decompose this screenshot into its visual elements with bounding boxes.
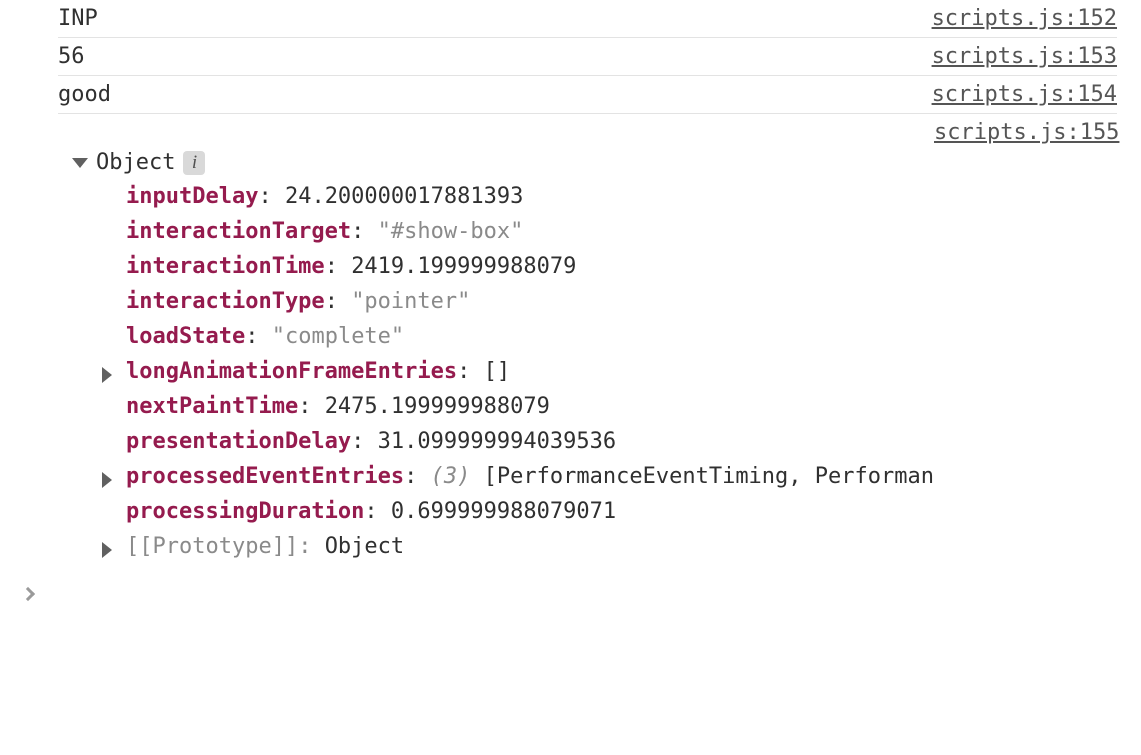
property-key: interactionType	[126, 289, 325, 314]
property-value: 0.699999988079071	[391, 499, 616, 524]
property-row-expandable[interactable]: processedEventEntries: (3) [PerformanceE…	[102, 459, 934, 494]
property-key: inputDelay	[126, 184, 258, 209]
log-entry: INP scripts.js:152	[58, 0, 1117, 38]
property-row[interactable]: processingDuration: 0.699999988079071	[102, 494, 934, 529]
property-count: (3)	[431, 464, 471, 489]
property-value: 31.099999994039536	[378, 429, 616, 454]
property-row[interactable]: interactionTarget: "#show-box"	[102, 214, 934, 249]
info-badge-icon[interactable]: i	[183, 151, 205, 175]
property-row[interactable]: interactionTime: 2419.199999988079	[102, 249, 934, 284]
property-row[interactable]: loadState: "complete"	[102, 319, 934, 354]
chevron-right-icon	[21, 587, 35, 601]
expand-triangle-icon[interactable]	[102, 542, 112, 558]
property-key: presentationDelay	[126, 429, 351, 454]
console-log-panel: INP scripts.js:152 56 scripts.js:153 goo…	[0, 0, 1141, 615]
property-value: 2475.199999988079	[325, 394, 550, 419]
property-key: interactionTarget	[126, 219, 351, 244]
log-source-column: scripts.js:155	[934, 120, 1119, 145]
log-entry: 56 scripts.js:153	[58, 37, 1117, 76]
property-row-prototype[interactable]: [[Prototype]]: Object	[102, 529, 934, 564]
property-value: []	[484, 359, 511, 384]
property-key: [[Prototype]]	[126, 534, 298, 559]
log-message: good	[58, 82, 111, 107]
property-row-expandable[interactable]: longAnimationFrameEntries: []	[102, 354, 934, 389]
object-type-label: Object	[96, 150, 175, 175]
expand-triangle-icon[interactable]	[102, 367, 112, 383]
object-content: Object i inputDelay: 24.200000017881393 …	[58, 120, 934, 564]
log-entry-object: Object i inputDelay: 24.200000017881393 …	[58, 113, 1117, 570]
log-source-link[interactable]: scripts.js:155	[934, 120, 1119, 145]
log-entry: good scripts.js:154	[58, 75, 1117, 114]
object-properties: inputDelay: 24.200000017881393 interacti…	[102, 179, 934, 564]
console-prompt[interactable]	[0, 570, 1141, 615]
log-source-link[interactable]: scripts.js:152	[932, 6, 1117, 31]
collapse-triangle-icon[interactable]	[72, 158, 88, 168]
property-key: interactionTime	[126, 254, 325, 279]
property-key: longAnimationFrameEntries	[126, 359, 457, 384]
property-value: "pointer"	[351, 289, 470, 314]
property-key: nextPaintTime	[126, 394, 298, 419]
property-preview: [PerformanceEventTiming, Performan	[484, 464, 934, 489]
property-row[interactable]: interactionType: "pointer"	[102, 284, 934, 319]
log-source-link[interactable]: scripts.js:154	[932, 82, 1117, 107]
property-value: Object	[325, 534, 404, 559]
property-key: processedEventEntries	[126, 464, 404, 489]
expand-triangle-icon[interactable]	[102, 472, 112, 488]
property-value: 2419.199999988079	[351, 254, 576, 279]
property-key: processingDuration	[126, 499, 364, 524]
property-value: "complete"	[272, 324, 404, 349]
property-value: "#show-box"	[378, 219, 524, 244]
log-source-link[interactable]: scripts.js:153	[932, 44, 1117, 69]
property-row[interactable]: presentationDelay: 31.099999994039536	[102, 424, 934, 459]
property-value: 24.200000017881393	[285, 184, 523, 209]
property-key: loadState	[126, 324, 245, 349]
property-row[interactable]: nextPaintTime: 2475.199999988079	[102, 389, 934, 424]
property-row[interactable]: inputDelay: 24.200000017881393	[102, 179, 934, 214]
object-header[interactable]: Object i	[72, 150, 934, 175]
log-message: INP	[58, 6, 98, 31]
log-message: 56	[58, 44, 85, 69]
